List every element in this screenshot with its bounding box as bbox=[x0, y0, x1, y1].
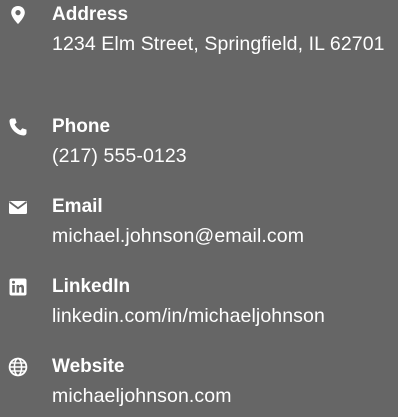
contact-value-phone[interactable]: (217) 555-0123 bbox=[52, 141, 392, 172]
contact-label-linkedin: LinkedIn bbox=[52, 276, 131, 297]
contact-value-website[interactable]: michaeljohnson.com bbox=[52, 381, 392, 412]
linkedin-icon bbox=[8, 277, 28, 297]
linkedin-link[interactable]: linkedin.com/in/michaeljohnson bbox=[52, 305, 325, 327]
contact-label-phone: Phone bbox=[52, 116, 111, 137]
email-link[interactable]: michael.johnson@email.com bbox=[52, 225, 304, 247]
envelope-icon bbox=[8, 197, 28, 217]
contact-label-email: Email bbox=[52, 196, 103, 217]
contact-value-address: 1234 Elm Street, Springfield, IL 62701 bbox=[52, 33, 385, 55]
contact-value-email[interactable]: michael.johnson@email.com bbox=[52, 221, 392, 252]
contact-label-website: Website bbox=[52, 356, 125, 377]
phone-link[interactable]: (217) 555-0123 bbox=[52, 145, 187, 167]
phone-icon bbox=[8, 117, 28, 137]
map-marker-icon bbox=[8, 5, 28, 25]
website-link[interactable]: michaeljohnson.com bbox=[52, 385, 232, 407]
globe-icon bbox=[8, 357, 28, 377]
contact-value-linkedin[interactable]: linkedin.com/in/michaeljohnson bbox=[52, 301, 392, 332]
contact-label-address: Address bbox=[52, 4, 129, 25]
contact-list: Address 1234 Elm Street, Springfield, IL… bbox=[0, 0, 398, 417]
